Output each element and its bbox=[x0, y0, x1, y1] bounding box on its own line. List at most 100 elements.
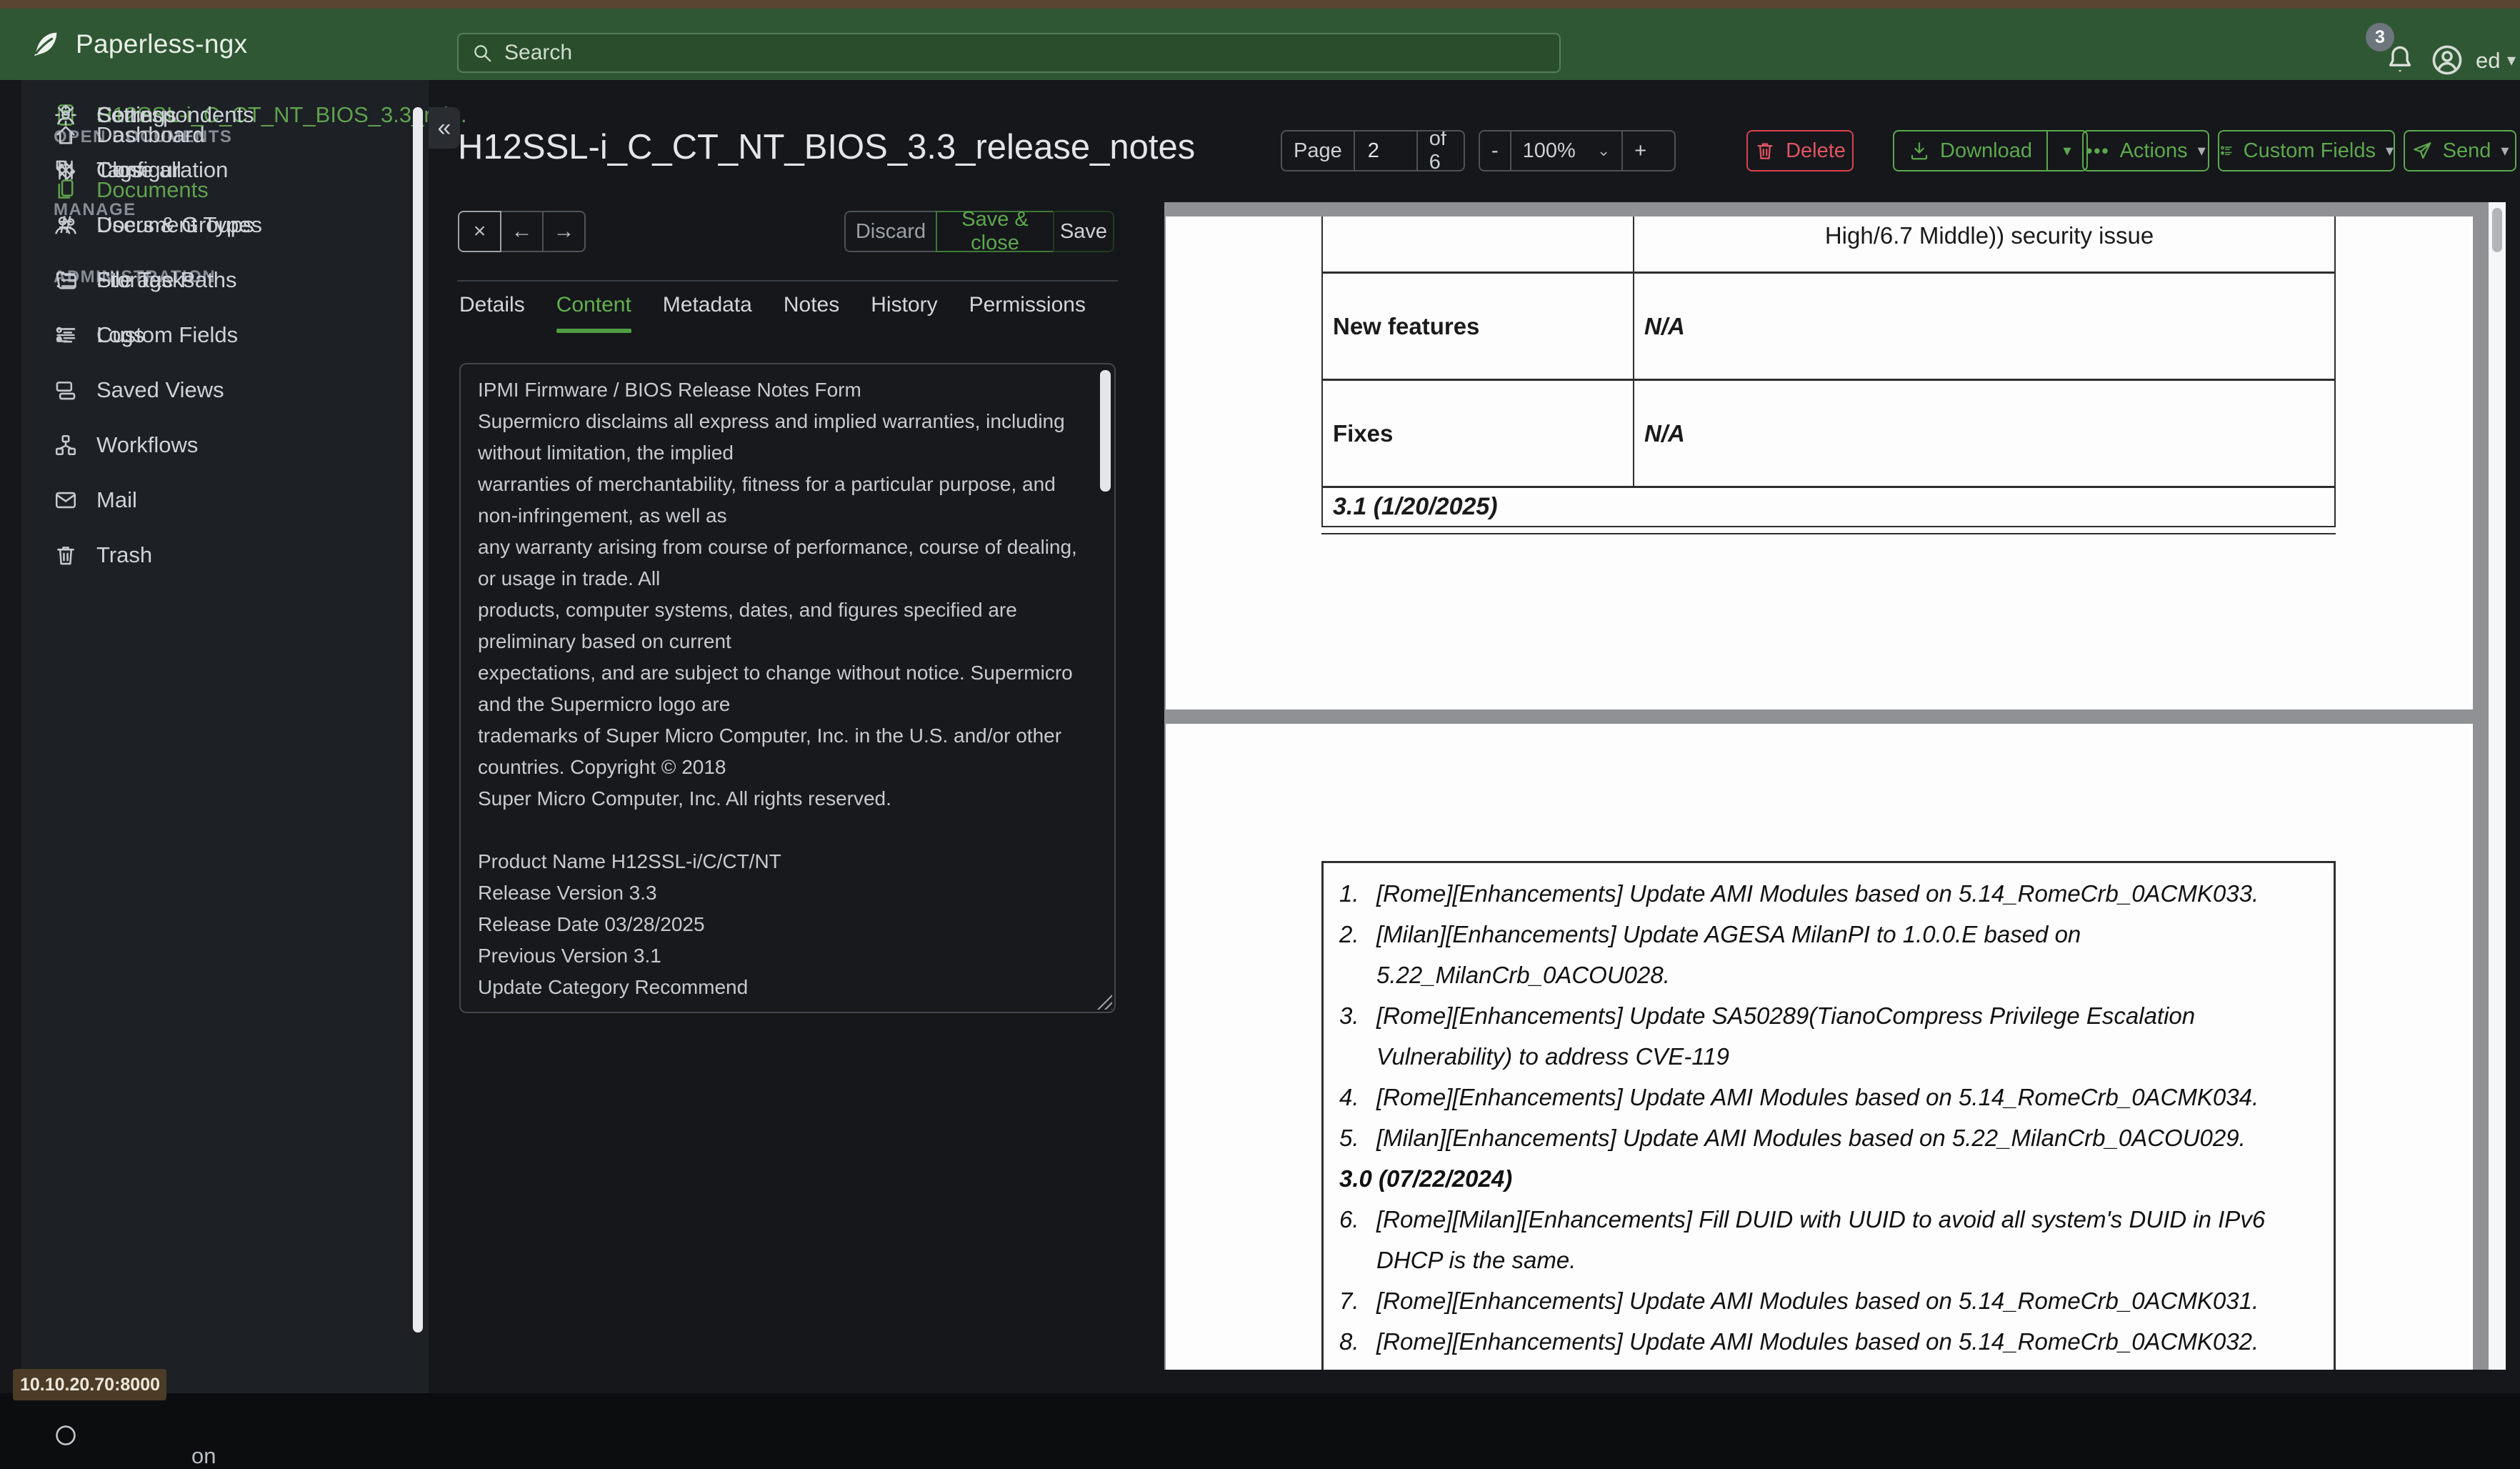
zoom-out-button[interactable]: - bbox=[1480, 131, 1511, 170]
table-cell-label: New features bbox=[1323, 274, 1634, 379]
list-item: 7. [Rome][Enhancements] Update AMI Modul… bbox=[1339, 1280, 2321, 1321]
send-icon bbox=[2411, 140, 2433, 161]
brand-name: Paperless-ngx bbox=[76, 29, 248, 59]
tab-content[interactable]: Content bbox=[556, 293, 631, 333]
table-cell-label: Fixes bbox=[1323, 381, 1634, 486]
table-cell-value: N/A bbox=[1644, 312, 1685, 339]
tab-history[interactable]: History bbox=[871, 293, 937, 329]
search-icon bbox=[471, 42, 493, 64]
next-document-button[interactable]: → bbox=[542, 211, 586, 252]
sidebar-item-label: Users & Groups bbox=[96, 211, 254, 237]
workflow-icon bbox=[54, 433, 78, 457]
table-cell-security-issue: High/6.7 Middle)) security issue bbox=[1824, 222, 2154, 249]
search-input[interactable] bbox=[503, 40, 1546, 66]
page-total-label: of 6 bbox=[1429, 130, 1446, 171]
list-item: 8. [Rome][Enhancements] Update AMI Modul… bbox=[1339, 1321, 2321, 1362]
list-item: 1. [Rome][Enhancements] Update AMI Modul… bbox=[1339, 873, 2321, 914]
list-item-text: [Rome][Milan][Enhancements] Fill DUID wi… bbox=[1376, 1206, 2266, 1273]
caret-down-icon: ▾ bbox=[2385, 141, 2394, 159]
document-title: H12SSL-i_C_CT_NT_BIOS_3.3_release_notes bbox=[458, 128, 1196, 166]
table-cell-value: N/A bbox=[1644, 419, 1685, 447]
user-avatar-icon[interactable] bbox=[2430, 43, 2464, 77]
save-button[interactable]: Save bbox=[1053, 211, 1114, 252]
pdf-scrollbar-thumb[interactable] bbox=[2492, 208, 2502, 252]
list-item-number: 7. bbox=[1339, 1288, 1359, 1314]
sidebar-item-partial-label[interactable]: on bbox=[191, 1443, 216, 1469]
delete-button[interactable]: Delete bbox=[1746, 130, 1854, 171]
page-label: Page bbox=[1282, 131, 1355, 170]
save-and-close-button[interactable]: Save & close bbox=[936, 211, 1054, 252]
close-document-button[interactable]: × bbox=[458, 211, 501, 252]
sidebar-collapse-button[interactable]: « bbox=[429, 107, 460, 149]
tab-permissions[interactable]: Permissions bbox=[969, 293, 1086, 329]
caret-down-icon: ▾ bbox=[2197, 141, 2206, 159]
discard-button[interactable]: Discard bbox=[844, 211, 937, 252]
trash-icon bbox=[1754, 140, 1776, 161]
document-tabs: Details Content Metadata Notes History P… bbox=[459, 293, 1086, 333]
status-url-bar: 10.10.20.70:8000 bbox=[13, 1369, 166, 1400]
release-notes-list: 1. [Rome][Enhancements] Update AMI Modul… bbox=[1321, 861, 2336, 1370]
send-button[interactable]: Send ▾ bbox=[2404, 130, 2516, 171]
caret-down-icon: ▾ bbox=[2501, 141, 2509, 159]
custom-fields-button[interactable]: Custom Fields ▾ bbox=[2218, 130, 2395, 171]
zoom-control-group: - 100% ⌄ + bbox=[1479, 130, 1676, 171]
list-item-text: [Milan][Enhancements] Update AMI Modules… bbox=[1376, 1125, 2246, 1151]
download-caret-button[interactable]: ▾ bbox=[2048, 131, 2086, 170]
username-label[interactable]: ed bbox=[2476, 48, 2500, 74]
document-nav-group: × ← → bbox=[458, 211, 586, 252]
trash-icon bbox=[54, 543, 78, 567]
zoom-in-button[interactable]: + bbox=[1623, 131, 1658, 170]
content-text: IPMI Firmware / BIOS Release Notes Form … bbox=[478, 379, 1077, 998]
sidebar-item-trash[interactable]: Trash bbox=[21, 527, 429, 582]
sidebar-item-label: Configuration bbox=[96, 156, 229, 182]
save-button-group: Discard Save & close Save bbox=[844, 211, 1114, 252]
textarea-scrollbar[interactable] bbox=[1100, 370, 1111, 492]
tasks-icon bbox=[54, 268, 78, 292]
actions-button[interactable]: ••• Actions ▾ bbox=[2082, 130, 2209, 171]
previous-document-button[interactable]: ← bbox=[500, 211, 544, 252]
user-menu-caret-icon[interactable]: ▾ bbox=[2507, 50, 2516, 71]
zoom-select[interactable]: 100% ⌄ bbox=[1511, 131, 1624, 170]
header-divider bbox=[457, 280, 1118, 282]
custom-fields-icon bbox=[2219, 140, 2234, 161]
pdf-page-2: 1. [Rome][Enhancements] Update AMI Modul… bbox=[1166, 724, 2473, 1370]
list-item-number: 8. bbox=[1339, 1328, 1359, 1355]
list-item-text: [Rome][Enhancements] Update SA50289(Tian… bbox=[1376, 1002, 2196, 1070]
sidebar-item-mail[interactable]: Mail bbox=[21, 472, 429, 527]
sidebar-item-users-groups[interactable]: Users & Groups bbox=[21, 197, 429, 252]
list-item-text: [Rome][Enhancements] Update AMI Modules … bbox=[1376, 1288, 2259, 1314]
tab-details[interactable]: Details bbox=[459, 293, 525, 329]
list-item-text: [Rome][Enhancements] Update AMI Modules … bbox=[1376, 1328, 2259, 1355]
table-row: New features N/A bbox=[1321, 274, 2336, 381]
tab-metadata[interactable]: Metadata bbox=[663, 293, 752, 329]
list-item: 9. [Rome][Milan][Enhancements] For UsbBu… bbox=[1339, 1362, 2321, 1370]
sidebar-item-saved-views[interactable]: Saved Views bbox=[21, 362, 429, 417]
users-icon bbox=[54, 213, 78, 237]
textarea-resize-handle[interactable] bbox=[1095, 992, 1112, 1010]
page-navigation-group: Page of 6 bbox=[1281, 130, 1465, 171]
page-number-input[interactable] bbox=[1366, 138, 1405, 164]
sidebar-scrollbar[interactable] bbox=[413, 107, 423, 1333]
sidebar-item-label: File Tasks bbox=[96, 267, 195, 292]
list-item-text: 3.0 (07/22/2024) bbox=[1339, 1165, 1513, 1192]
content-textarea[interactable]: IPMI Firmware / BIOS Release Notes Form … bbox=[459, 363, 1116, 1013]
sidebar-item-workflows[interactable]: Workflows bbox=[21, 417, 429, 472]
tab-notes[interactable]: Notes bbox=[784, 293, 839, 329]
sidebar-item-settings[interactable]: Settings bbox=[21, 87, 429, 142]
list-item: 3. [Rome][Enhancements] Update SA50289(T… bbox=[1339, 995, 2321, 1077]
list-item: 2. [Milan][Enhancements] Update AGESA Mi… bbox=[1339, 914, 2321, 995]
download-button[interactable]: Download bbox=[1894, 131, 2048, 170]
list-item-number: 2. bbox=[1339, 921, 1359, 947]
sidebar-item-configuration[interactable]: Configuration bbox=[21, 142, 429, 197]
notification-count-badge[interactable]: 3 bbox=[2366, 23, 2394, 51]
table-row-partial: High/6.7 Middle)) security issue bbox=[1321, 216, 2336, 274]
top-navbar: Paperless-ngx 3 ed ▾ bbox=[0, 9, 2520, 80]
views-icon bbox=[54, 378, 78, 402]
brand[interactable]: Paperless-ngx bbox=[29, 9, 247, 80]
page-input-wrap bbox=[1355, 131, 1418, 170]
list-item: 4. [Rome][Enhancements] Update AMI Modul… bbox=[1339, 1077, 2321, 1117]
sidebar-item-file-tasks[interactable]: File Tasks bbox=[21, 252, 429, 307]
sidebar-item-logs[interactable]: Logs bbox=[21, 307, 429, 362]
documentation-icon[interactable] bbox=[54, 1423, 78, 1448]
pdf-scrollbar-track[interactable] bbox=[2489, 202, 2506, 1370]
